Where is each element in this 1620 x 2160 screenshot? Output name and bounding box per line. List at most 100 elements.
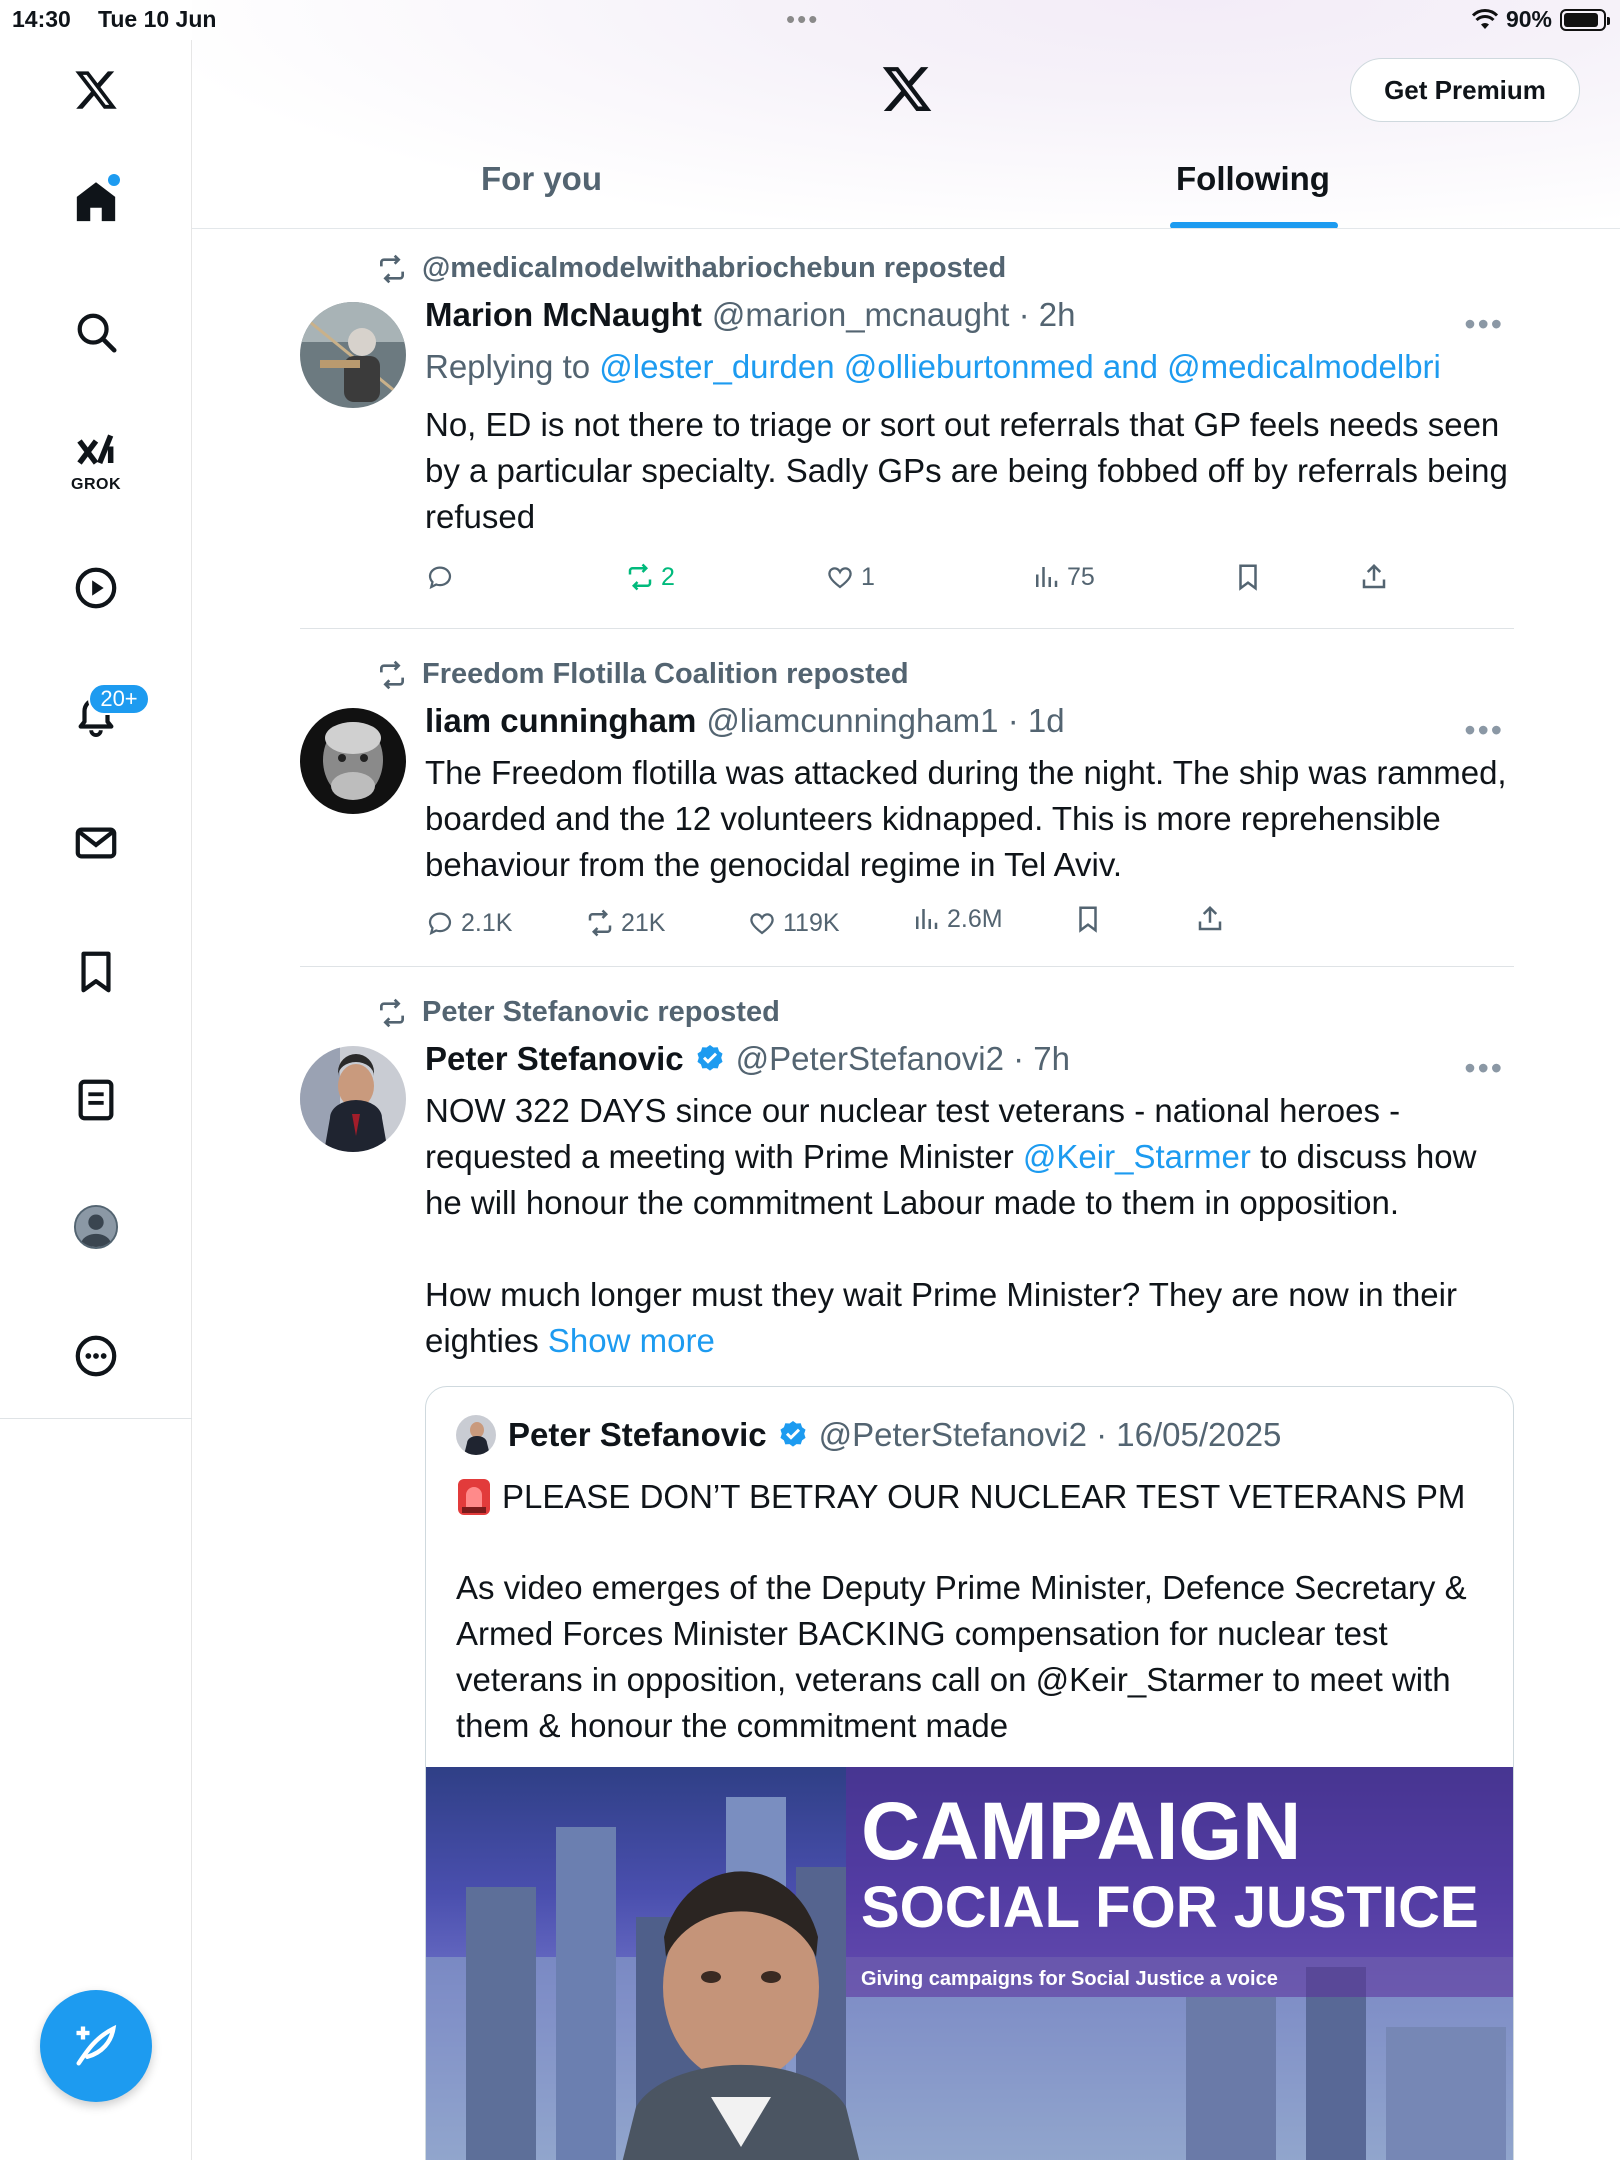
image-tagline: Giving campaigns for Social Justice a vo… bbox=[861, 1968, 1278, 1990]
x-header-logo-icon bbox=[882, 67, 932, 111]
share-button[interactable] bbox=[1359, 562, 1389, 592]
post-more-icon[interactable]: ••• bbox=[1464, 1050, 1504, 1087]
avatar[interactable] bbox=[300, 1046, 406, 1152]
quoted-video-thumbnail[interactable]: CAMPAIGN SOCIAL FOR JUSTICE Giving campa… bbox=[426, 1767, 1513, 2160]
repost-by-label: @medicalmodelwithabriochebun reposted bbox=[422, 252, 1007, 284]
x-logo-icon[interactable] bbox=[56, 50, 136, 130]
compose-post-button[interactable] bbox=[40, 1990, 152, 2102]
bookmark-button[interactable] bbox=[1073, 904, 1103, 934]
battery-percent: 90% bbox=[1505, 6, 1552, 32]
post-more-icon[interactable]: ••• bbox=[1464, 306, 1504, 343]
bookmark-button[interactable] bbox=[1233, 562, 1263, 592]
image-headline-1: CAMPAIGN bbox=[861, 1786, 1301, 1877]
articles-icon[interactable] bbox=[56, 1060, 136, 1140]
repost-button[interactable]: 2 bbox=[625, 562, 675, 592]
image-headline-2: SOCIAL FOR JUSTICE bbox=[861, 1875, 1479, 1940]
quoted-post-card[interactable]: Peter Stefanovic @PeterStefanovi2 · 16/0… bbox=[425, 1386, 1514, 2160]
post-item[interactable]: @medicalmodelwithabriochebun reposted Ma… bbox=[300, 252, 1514, 632]
author-name[interactable]: liam cunningham bbox=[425, 702, 696, 740]
repost-icon bbox=[588, 909, 612, 937]
author-handle-time[interactable]: @marion_mcnaught · 2h bbox=[712, 296, 1076, 334]
repost-icon bbox=[380, 998, 404, 1027]
quoted-body: As video emerges of the Deputy Prime Min… bbox=[456, 1569, 1467, 1744]
reply-icon bbox=[428, 566, 452, 590]
status-date: Tue 10 Jun bbox=[98, 6, 217, 32]
status-right: 90% bbox=[1471, 6, 1610, 33]
campaign-video-image: CAMPAIGN SOCIAL FOR JUSTICE Giving campa… bbox=[426, 1767, 1513, 2160]
bookmarks-icon[interactable] bbox=[56, 932, 136, 1012]
search-icon[interactable] bbox=[56, 292, 136, 372]
quoted-title-row: PLEASE DON’T BETRAY OUR NUCLEAR TEST VET… bbox=[456, 1477, 1465, 1517]
mention-link[interactable]: @Keir_Starmer bbox=[1023, 1138, 1251, 1175]
views-chart-icon bbox=[916, 909, 938, 929]
reply-count: 2.1K bbox=[461, 908, 513, 937]
views-count: 75 bbox=[1067, 562, 1095, 591]
column-divider bbox=[191, 1420, 192, 2160]
more-options-icon[interactable] bbox=[56, 1316, 136, 1396]
author-handle-time[interactable]: @PeterStefanovi2 · 7h bbox=[736, 1040, 1070, 1078]
post-item[interactable]: Peter Stefanovic reposted Peter Stefanov… bbox=[300, 996, 1514, 1396]
home-unread-dot bbox=[108, 174, 120, 186]
author-handle-time[interactable]: @liamcunningham1 · 1d bbox=[706, 702, 1064, 740]
bookmark-icon bbox=[1079, 906, 1097, 933]
quoted-title: PLEASE DON’T BETRAY OUR NUCLEAR TEST VET… bbox=[502, 1478, 1466, 1515]
views-button[interactable]: 2.6M bbox=[911, 904, 1003, 934]
repost-by-label: Freedom Flotilla Coalition reposted bbox=[422, 658, 909, 690]
share-button[interactable] bbox=[1195, 904, 1225, 934]
post-actions: 2.1K 21K 119K 2.6M bbox=[425, 905, 1425, 948]
show-more-link[interactable]: Show more bbox=[548, 1322, 715, 1359]
messages-icon[interactable] bbox=[56, 803, 136, 883]
repost-count: 2 bbox=[661, 562, 675, 591]
author-name[interactable]: Marion McNaught bbox=[425, 296, 702, 334]
grok-label: GROK bbox=[71, 476, 121, 493]
like-count: 1 bbox=[861, 562, 875, 591]
repost-button[interactable]: 21K bbox=[585, 908, 665, 938]
reply-button[interactable] bbox=[425, 562, 461, 592]
reply-button[interactable]: 2.1K bbox=[425, 908, 512, 938]
siren-emoji-icon bbox=[458, 1479, 490, 1515]
post-text: The Freedom flotilla was attacked during… bbox=[425, 754, 1507, 883]
video-icon[interactable] bbox=[56, 548, 136, 628]
post-divider bbox=[300, 966, 1514, 967]
like-button[interactable]: 1 bbox=[825, 562, 875, 592]
like-button[interactable]: 119K bbox=[747, 908, 840, 938]
avatar[interactable] bbox=[300, 708, 406, 814]
post-more-icon[interactable]: ••• bbox=[1464, 712, 1504, 749]
get-premium-button[interactable]: Get Premium bbox=[1350, 58, 1580, 122]
avatar[interactable] bbox=[300, 302, 406, 408]
post-text: No, ED is not there to triage or sort ou… bbox=[425, 406, 1508, 535]
notifications-badge: 20+ bbox=[88, 683, 150, 715]
tab-for-you[interactable]: For you bbox=[481, 160, 602, 198]
verified-badge-icon bbox=[697, 1045, 723, 1071]
share-icon bbox=[1362, 563, 1386, 589]
wifi-icon bbox=[1471, 8, 1498, 29]
views-chart-icon bbox=[1036, 567, 1058, 587]
post-author-row: Peter Stefanovic @PeterStefanovi2 · 7h bbox=[425, 1040, 1070, 1078]
tab-following[interactable]: Following bbox=[1176, 160, 1330, 198]
share-icon bbox=[1198, 905, 1222, 931]
replying-to: Replying to @lester_durden @ollieburtonm… bbox=[425, 348, 1441, 386]
quoted-author-name: Peter Stefanovic bbox=[508, 1416, 767, 1453]
post-author-row: liam cunningham @liamcunningham1 · 1d bbox=[425, 702, 1065, 740]
quoted-avatar bbox=[456, 1415, 496, 1455]
post-item[interactable]: Freedom Flotilla Coalition reposted liam… bbox=[300, 658, 1514, 958]
heart-icon bbox=[828, 567, 852, 589]
battery-icon bbox=[1560, 8, 1610, 31]
author-name[interactable]: Peter Stefanovic bbox=[425, 1040, 684, 1078]
repost-icon bbox=[628, 563, 652, 591]
repost-indicator: Freedom Flotilla Coalition reposted bbox=[376, 658, 909, 691]
header-divider bbox=[192, 228, 1620, 229]
post-divider bbox=[300, 628, 1514, 629]
profile-avatar-icon[interactable] bbox=[56, 1187, 136, 1267]
multitasking-dots[interactable]: ••• bbox=[786, 4, 819, 35]
home-icon[interactable] bbox=[56, 162, 136, 242]
status-time: 14:30 bbox=[12, 6, 71, 32]
reply-icon bbox=[428, 912, 452, 936]
repost-count: 21K bbox=[621, 908, 666, 937]
replying-links[interactable]: @lester_durden @ollieburtonmed and @medi… bbox=[599, 348, 1441, 385]
post-author-row: Marion McNaught @marion_mcnaught · 2h bbox=[425, 296, 1076, 334]
views-button[interactable]: 75 bbox=[1031, 562, 1095, 592]
repost-by-label: Peter Stefanovic reposted bbox=[422, 996, 780, 1028]
sidebar-divider bbox=[0, 1418, 192, 1419]
replying-prefix: Replying to bbox=[425, 348, 591, 385]
